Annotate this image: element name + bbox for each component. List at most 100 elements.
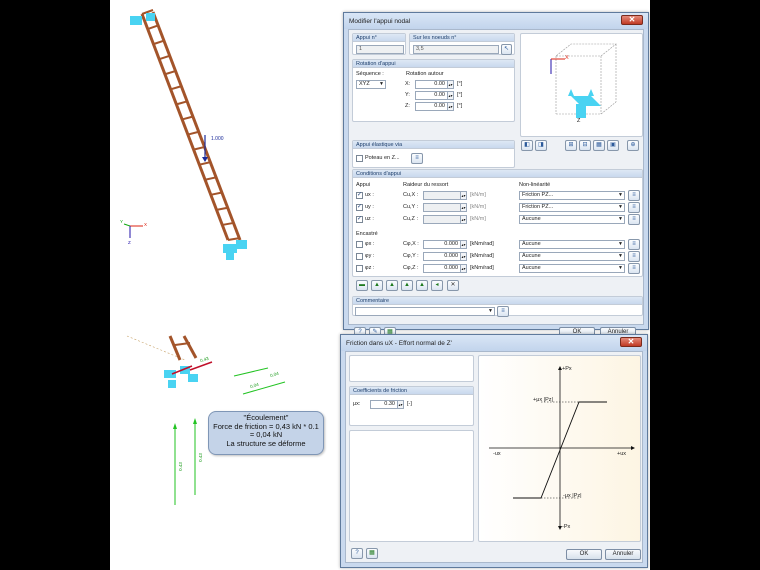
ladder-rung <box>227 237 241 241</box>
nonlin-uz-select[interactable]: Aucune ▼ <box>519 215 625 224</box>
cphiz-input[interactable]: 0.000 ▴▾ <box>423 264 467 273</box>
cuz-label: Cu,Z : <box>403 216 418 222</box>
graph-right-label: +ux <box>617 451 627 457</box>
cuz-input[interactable]: ▴▾ <box>423 215 467 224</box>
uy-checkbox[interactable]: ✓ <box>356 204 363 211</box>
ladder-rung <box>187 130 200 136</box>
spinner-icon[interactable]: ▴▾ <box>447 103 453 110</box>
comment-button[interactable]: ≡ <box>497 306 509 317</box>
chevron-down-icon: ▼ <box>618 241 623 247</box>
cux-input[interactable]: ▴▾ <box>423 191 467 200</box>
cursor-pick-icon: ↖ <box>503 46 510 52</box>
cancel-button[interactable]: Annuler <box>605 549 641 560</box>
spinner-icon[interactable]: ▴▾ <box>447 81 453 88</box>
dialog-client: Coefficients de friction μx: 0.30 ▴▾ [-] … <box>345 351 643 563</box>
ladder-rung <box>147 24 160 31</box>
rot-z-input[interactable]: 0.00 ▴▾ <box>415 102 454 111</box>
support-type-button[interactable]: ▲ <box>416 280 428 291</box>
view-button[interactable]: ⊟ <box>579 140 591 151</box>
chevron-down-icon: ▼ <box>618 204 623 210</box>
chevron-down-icon: ▼ <box>618 192 623 198</box>
spinner-icon[interactable]: ▴▾ <box>460 253 466 260</box>
nonlin-ux-edit-button[interactable]: ≡ <box>628 190 640 201</box>
nodes-field[interactable]: 3,5 <box>413 45 499 54</box>
cphix-input[interactable]: 0.000 ▴▾ <box>423 240 467 249</box>
column-edit-button[interactable]: ≡ <box>411 153 423 164</box>
edit-icon: ≡ <box>632 192 636 198</box>
rot-y-input[interactable]: 0.00 ▴▾ <box>415 91 454 100</box>
spinner-icon[interactable]: ▴▾ <box>460 265 466 272</box>
column-checkbox[interactable] <box>356 155 363 162</box>
yield-callout: "Écoulement" Force de friction = 0,43 kN… <box>208 411 324 455</box>
view-button[interactable]: ▦ <box>593 140 605 151</box>
grid-button[interactable]: ▦ <box>366 548 378 559</box>
elastic-header: Appui élastique via <box>353 141 514 149</box>
support-type-button[interactable]: ▲ <box>371 280 383 291</box>
nonlin-phiz-select[interactable]: Aucune ▼ <box>519 264 625 273</box>
nodes-group: Sur les noeuds n° 3,5 ↖ <box>409 33 515 55</box>
view-button[interactable]: ◨ <box>535 140 547 151</box>
clear-support-button[interactable]: ✕ <box>447 280 459 291</box>
cphiy-input[interactable]: 0.000 ▴▾ <box>423 252 467 261</box>
ladder-rung <box>216 206 229 211</box>
zoom-button[interactable]: ⊕ <box>627 140 639 151</box>
edit-icon: ≡ <box>632 265 636 271</box>
nonlin-phiy-value: Aucune <box>522 253 541 259</box>
spinner-icon[interactable]: ▴▾ <box>460 241 466 248</box>
nonlin-phiy-select[interactable]: Aucune ▼ <box>519 252 625 261</box>
support-preview: X Z <box>520 33 643 137</box>
support-type-button[interactable]: ▲ <box>386 280 398 291</box>
nonlin-uy-select[interactable]: Friction PZ... ▼ <box>519 203 625 212</box>
close-icon: ✕ <box>450 282 456 288</box>
spinner-icon[interactable]: ▴▾ <box>447 92 453 99</box>
support-type-button[interactable]: ◂ <box>431 280 443 291</box>
phiy-checkbox[interactable] <box>356 253 363 260</box>
edit-icon: ≡ <box>415 155 419 161</box>
nonlin-uy-edit-button[interactable]: ≡ <box>628 202 640 213</box>
unit-label: [kN/m] <box>470 204 486 210</box>
ok-button[interactable]: OK <box>566 549 602 560</box>
support-no-field[interactable]: 1 <box>356 45 404 54</box>
help-button[interactable]: ? <box>351 548 363 559</box>
sequence-select[interactable]: XYZ ▼ <box>356 80 386 89</box>
mu-input[interactable]: 0.30 ▴▾ <box>370 400 404 409</box>
elastic-support-group: Appui élastique via Poteau en Z... ≡ <box>352 140 515 168</box>
rot-x-input[interactable]: 0.00 ▴▾ <box>415 80 454 89</box>
uz-label: uz : <box>365 216 374 222</box>
cuy-input[interactable]: ▴▾ <box>423 203 467 212</box>
nonlin-phix-edit-button[interactable]: ≡ <box>628 239 640 250</box>
spinner-icon: ▴▾ <box>460 216 466 223</box>
uz-checkbox[interactable]: ✓ <box>356 216 363 223</box>
spinner-icon[interactable]: ▴▾ <box>397 401 403 408</box>
nodes-header: Sur les noeuds n° <box>410 34 514 42</box>
ladder <box>140 9 242 241</box>
rot-y-label: Y: <box>405 92 410 98</box>
ux-checkbox[interactable]: ✓ <box>356 192 363 199</box>
support-type-button[interactable]: ▬ <box>356 280 368 291</box>
preview-3d <box>550 43 617 118</box>
view-icon: ⊟ <box>582 142 588 148</box>
chevron-down-icon: ▼ <box>618 253 623 259</box>
nonlin-uz-edit-button[interactable]: ≡ <box>628 214 640 225</box>
nonlin-phix-select[interactable]: Aucune ▼ <box>519 240 625 249</box>
view-button[interactable]: ▣ <box>607 140 619 151</box>
view-button[interactable]: ⊞ <box>565 140 577 151</box>
axis-y-label: Y <box>120 219 123 224</box>
close-button[interactable]: ✕ <box>620 337 642 347</box>
force-label: 0.43 <box>177 462 183 471</box>
graph-top-label: +Px <box>562 366 572 372</box>
pick-nodes-button[interactable]: ↖ <box>501 44 512 55</box>
nonlin-ux-select[interactable]: Friction PZ... ▼ <box>519 191 625 200</box>
phiz-checkbox[interactable] <box>356 265 363 272</box>
phix-checkbox[interactable] <box>356 241 363 248</box>
phiy-label: φy : <box>365 253 375 259</box>
close-button[interactable]: ✕ <box>621 15 643 25</box>
support-type-button[interactable]: ▲ <box>401 280 413 291</box>
nonlin-phiz-edit-button[interactable]: ≡ <box>628 263 640 274</box>
comment-input[interactable]: ▼ <box>355 307 495 316</box>
sequence-value: XYZ <box>359 81 370 87</box>
view-button[interactable]: ◧ <box>521 140 533 151</box>
edit-nodal-support-dialog: Modifier l'appui nodal ✕ Appui n° 1 Sur … <box>343 12 649 338</box>
nonlin-phiy-edit-button[interactable]: ≡ <box>628 251 640 262</box>
structure-view: 1.000 X Y Z <box>120 9 247 260</box>
